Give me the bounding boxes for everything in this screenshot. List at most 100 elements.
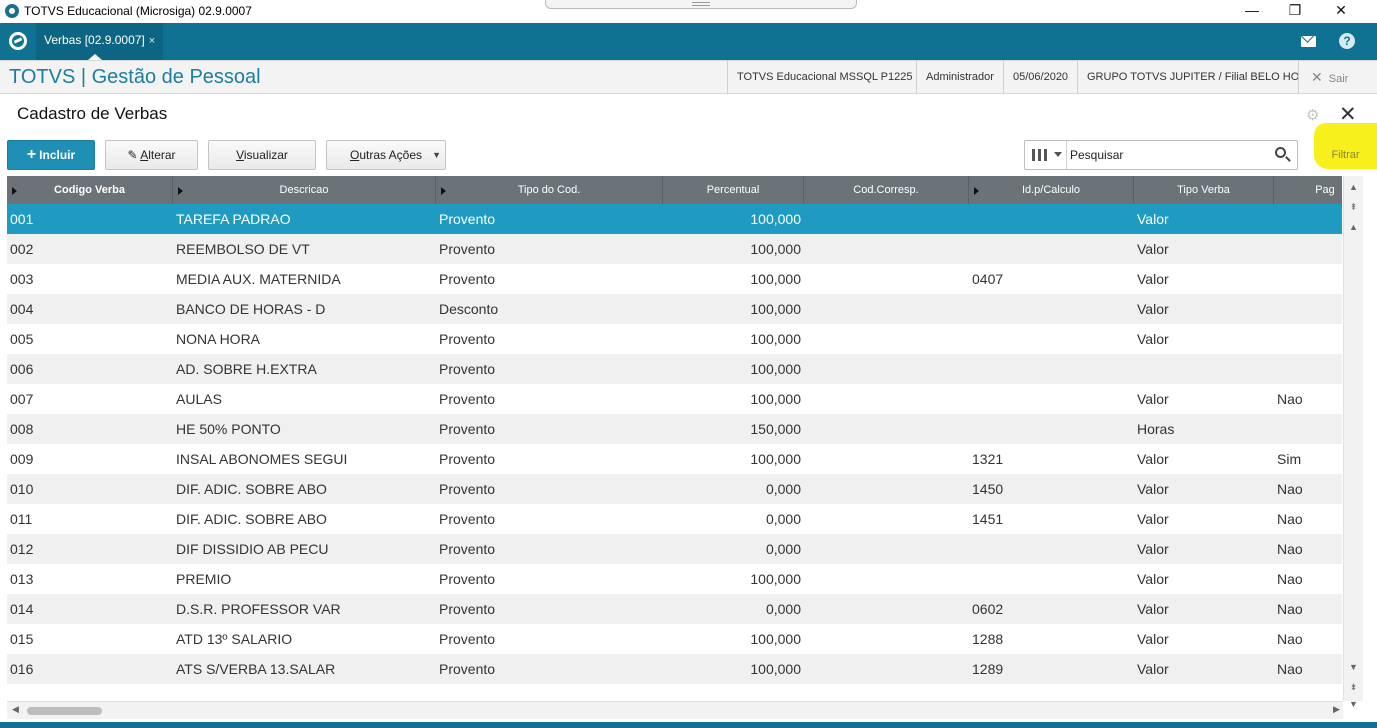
cell-percentual: 100,000 (750, 241, 801, 257)
table-row[interactable]: 007 AULAS Provento 100,000 Valor Nao (7, 384, 1342, 414)
search-icon[interactable] (1275, 147, 1286, 158)
table-row[interactable]: 002 REEMBOLSO DE VT Provento 100,000 Valor (7, 234, 1342, 264)
cell-descricao: TAREFA PADRAO (176, 211, 291, 227)
table-row[interactable]: 004 BANCO DE HORAS - D Desconto 100,000 Valo… (7, 294, 1342, 324)
table-row[interactable]: 013 PREMIO Provento 100,000 Valor Nao (7, 564, 1342, 594)
column-header-percentual[interactable]: Percentual (663, 176, 804, 204)
column-header-tipo-do-cod[interactable]: Tipo do Cod. (436, 176, 663, 204)
scroll-top-icon[interactable]: ▲ (1347, 180, 1360, 194)
cell-descricao: DIF. ADIC. SOBRE ABO (176, 481, 327, 497)
visualizar-label: isualizar (243, 148, 288, 162)
cell-cod-corresp (804, 294, 969, 324)
window-close-button[interactable]: ✕ (1318, 0, 1364, 22)
cell-id-calculo (969, 294, 1134, 324)
cell-tipo-verba: Valor (1137, 301, 1169, 317)
scroll-bottom-icon[interactable]: ▼ (1347, 697, 1360, 711)
column-selector[interactable] (1025, 141, 1067, 169)
alterar-hotkey: A (140, 148, 149, 162)
gear-icon[interactable]: ⚙ (1306, 108, 1321, 123)
table-row[interactable]: 008 HE 50% PONTO Provento 150,000 Horas (7, 414, 1342, 444)
cell-id-calculo (969, 204, 1134, 234)
alterar-button[interactable]: ✎ Alterar (105, 140, 198, 170)
tab-verbas[interactable]: Verbas [02.9.0007] × (36, 23, 164, 60)
table-row[interactable]: 005 NONA HORA Provento 100,000 Valor (7, 324, 1342, 354)
column-header-descricao[interactable]: Descricao (173, 176, 436, 204)
cell-pag (1274, 414, 1342, 444)
cell-tipo-do-cod: Provento (439, 481, 496, 497)
cell-id-calculo (969, 234, 1134, 264)
scroll-page-down-icon[interactable]: ⇟ (1347, 680, 1360, 694)
cell-codigo-verba: 011 (10, 511, 33, 527)
scroll-page-up-icon[interactable]: ⇞ (1347, 200, 1360, 214)
cell-cod-corresp (804, 354, 969, 384)
incluir-button[interactable]: + Incluir (7, 140, 95, 170)
cell-tipo-do-cod: Provento (439, 421, 496, 437)
cell-pag: Nao (1277, 571, 1303, 587)
column-header-tipo-verba[interactable]: Tipo Verba (1134, 176, 1274, 204)
table-row[interactable]: 016 ATS S/VERBA 13.SALAR Provento 100,000 12… (7, 654, 1342, 684)
mail-icon[interactable] (1301, 36, 1316, 47)
date-label: 05/06/2020 (1003, 61, 1077, 93)
cell-tipo-do-cod: Provento (439, 241, 496, 257)
cell-tipo-do-cod: Provento (439, 391, 496, 407)
expand-arrow-icon[interactable] (441, 187, 446, 195)
vertical-scrollbar[interactable]: ▲ ⇞ ▲ ▼ ⇟ ▼ (1343, 176, 1363, 709)
tab-close-icon[interactable]: × (149, 35, 155, 47)
scroll-right-icon[interactable]: ▶ (1333, 704, 1340, 715)
table-row[interactable]: 001 TAREFA PADRAO Provento 100,000 Valor (7, 204, 1342, 234)
cell-cod-corresp (804, 624, 969, 654)
cell-pag: Nao (1277, 661, 1303, 677)
cell-percentual: 100,000 (750, 271, 801, 287)
caret-down-icon: ▼ (432, 150, 441, 160)
grip-icon (692, 2, 710, 6)
cell-pag: Nao (1277, 511, 1303, 527)
cell-cod-corresp (804, 234, 969, 264)
horizontal-scroll-thumb[interactable] (27, 707, 102, 715)
cell-tipo-verba: Valor (1137, 631, 1169, 647)
table-row[interactable]: 011 DIF. ADIC. SOBRE ABO Provento 0,000 1451… (7, 504, 1342, 534)
cell-id-calculo: 1288 (972, 631, 1004, 647)
help-icon[interactable]: ? (1339, 33, 1355, 49)
table-row[interactable]: 012 DIF DISSIDIO AB PECU Provento 0,000 Valo… (7, 534, 1342, 564)
visualizar-button[interactable]: Visualizar (208, 140, 316, 170)
scroll-down-icon[interactable]: ▼ (1347, 660, 1360, 674)
cell-tipo-verba: Valor (1137, 241, 1169, 257)
expand-arrow-icon[interactable] (974, 187, 979, 195)
expand-arrow-icon[interactable] (12, 187, 17, 195)
search-input[interactable] (1070, 145, 1270, 165)
scroll-up-icon[interactable]: ▲ (1347, 220, 1360, 234)
cell-codigo-verba: 007 (10, 391, 34, 407)
cell-pag: Nao (1277, 541, 1303, 557)
column-header-label: Tipo Verba (1177, 184, 1230, 196)
minimize-button[interactable]: — (1229, 0, 1275, 22)
column-header-codigo-verba[interactable]: Codigo Verba (7, 176, 173, 204)
table-row[interactable]: 015 ATD 13º SALARIO Provento 100,000 1288 Val… (7, 624, 1342, 654)
table-row[interactable]: 006 AD. SOBRE H.EXTRA Provento 100,000 (7, 354, 1342, 384)
restore-button[interactable]: ❐ (1272, 0, 1318, 22)
cell-codigo-verba: 005 (10, 331, 34, 347)
drag-handle[interactable] (545, 0, 857, 9)
column-header-cod-corresp[interactable]: Cod.Corresp. (804, 176, 969, 204)
column-header-pag[interactable]: Pag (1274, 176, 1342, 204)
cell-pag: Nao (1277, 391, 1303, 407)
column-bar-icon (1032, 149, 1035, 161)
outras-acoes-button[interactable]: Outras Ações ▼ (326, 140, 446, 170)
filtrar-button[interactable]: Filtrar (1314, 123, 1377, 169)
alterar-label: lterar (148, 148, 176, 162)
table-row[interactable]: 010 DIF. ADIC. SOBRE ABO Provento 0,000 1450… (7, 474, 1342, 504)
cell-codigo-verba: 003 (10, 271, 34, 287)
scroll-left-icon[interactable]: ◀ (12, 704, 19, 715)
column-header-id-calculo[interactable]: Id.p/Calculo (969, 176, 1134, 204)
table-row[interactable]: 014 D.S.R. PROFESSOR VAR Provento 0,000 0602… (7, 594, 1342, 624)
column-header-label: Tipo do Cod. (517, 184, 581, 196)
exit-button[interactable]: ✕ Sair (1298, 61, 1377, 93)
cell-descricao: AD. SOBRE H.EXTRA (176, 361, 317, 377)
cell-descricao: NONA HORA (176, 331, 261, 347)
cell-cod-corresp (804, 444, 969, 474)
expand-arrow-icon[interactable] (178, 187, 183, 195)
incluir-label: Incluir (39, 148, 76, 162)
totvs-logo-icon[interactable] (9, 32, 27, 50)
table-row[interactable]: 003 MEDIA AUX. MATERNIDA Provento 100,000 04… (7, 264, 1342, 294)
table-row[interactable]: 009 INSAL ABONOMES SEGUI Provento 100,000 13… (7, 444, 1342, 474)
horizontal-scrollbar[interactable]: ◀ ▶ (7, 701, 1343, 719)
